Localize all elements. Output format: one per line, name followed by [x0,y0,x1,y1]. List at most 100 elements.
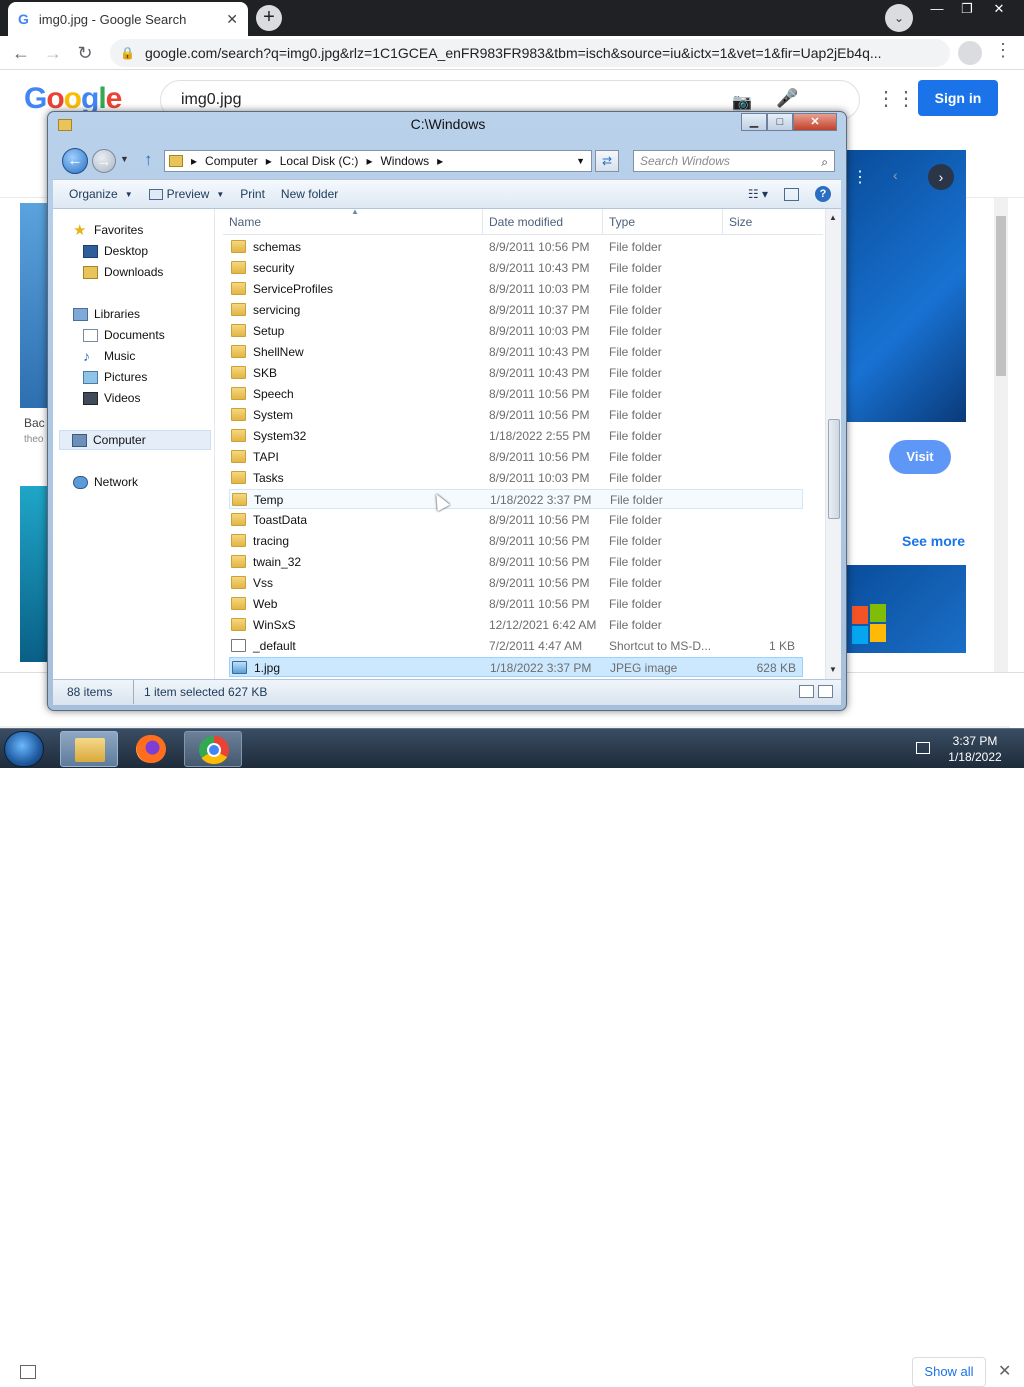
menu-kebab-icon[interactable]: ⋮ [994,40,1012,66]
address-bar[interactable]: 🔒 google.com/search?q=img0.jpg&rlz=1C1GC… [110,39,950,67]
forward-arrow-icon[interactable]: → [40,40,66,66]
organize-button[interactable]: Organize ▼ [69,187,133,201]
close-icon[interactable]: ✕ [793,113,837,131]
nav-videos[interactable]: Videos [83,388,243,408]
file-row[interactable]: 1.jpg 1/18/2022 3:37 PM JPEG image 628 KB [229,657,803,677]
breadcrumb-separator-icon[interactable]: ▸ [266,154,272,168]
column-header-type[interactable]: Type [603,209,723,235]
file-row[interactable]: ShellNew 8/9/2011 10:43 PM File folder [229,342,803,362]
file-row[interactable]: schemas 8/9/2011 10:56 PM File folder [229,237,803,257]
image-thumbnail[interactable] [20,486,48,662]
details-view-icon[interactable] [799,685,814,698]
file-row[interactable]: Tasks 8/9/2011 10:03 PM File folder [229,468,803,488]
forward-arrow-icon[interactable]: → [92,149,116,173]
taskbar-firefox[interactable] [122,731,180,767]
network-tray-icon[interactable] [916,742,930,754]
tab-close-icon[interactable]: ✕ [226,11,238,28]
file-row[interactable]: security 8/9/2011 10:43 PM File folder [229,258,803,278]
file-row[interactable]: TAPI 8/9/2011 10:56 PM File folder [229,447,803,467]
nav-music[interactable]: ♪ Music [83,346,243,366]
minimize-icon[interactable]: ▁ [741,113,767,131]
thumbnail-source[interactable]: theo [24,434,43,445]
nav-computer[interactable]: Computer [59,430,211,450]
visit-button[interactable]: Visit [889,440,951,474]
nav-favorites[interactable]: ★ Favorites [73,220,233,240]
scroll-up-icon[interactable]: ▲ [829,213,837,222]
taskbar-explorer[interactable] [60,731,118,767]
file-row[interactable]: servicing 8/9/2011 10:37 PM File folder [229,300,803,320]
restore-icon[interactable]: ❐ [950,0,984,18]
breadcrumb-separator-icon[interactable]: ▸ [366,154,372,168]
nav-downloads[interactable]: Downloads [83,262,243,282]
preview-more-icon[interactable]: ⋮ [852,167,868,187]
file-row[interactable]: Temp 1/18/2022 3:37 PM File folder [229,489,803,509]
file-row[interactable]: System 8/9/2011 10:56 PM File folder [229,405,803,425]
download-file-icon[interactable] [20,1365,36,1379]
microphone-icon[interactable]: 🎤 [776,88,798,109]
file-row[interactable]: tracing 8/9/2011 10:56 PM File folder [229,531,803,551]
help-icon[interactable]: ? [815,186,831,202]
taskbar-chrome[interactable] [184,731,242,767]
file-row[interactable]: SKB 8/9/2011 10:43 PM File folder [229,363,803,383]
back-arrow-icon[interactable]: ← [8,40,34,66]
profile-avatar-icon[interactable] [958,41,982,65]
recent-pages-chevron-icon[interactable]: ▼ [120,154,129,164]
nav-desktop[interactable]: Desktop [83,241,243,261]
nav-libraries[interactable]: Libraries [73,304,233,324]
tab-search-chevron-icon[interactable]: ⌄ [885,4,913,32]
breadcrumb-computer[interactable]: Computer [205,154,258,168]
search-icon[interactable]: ⌕ [821,152,828,172]
maximize-icon[interactable]: □ [767,113,793,131]
new-tab-button[interactable]: + [256,5,282,31]
close-window-icon[interactable]: ✕ [982,0,1016,18]
column-header-size[interactable]: Size [723,209,823,235]
new-folder-button[interactable]: New folder [281,187,338,201]
preview-pane-icon[interactable] [784,187,799,201]
system-clock[interactable]: 3:37 PM 1/18/2022 [940,733,1010,765]
file-row[interactable]: Setup 8/9/2011 10:03 PM File folder [229,321,803,341]
back-arrow-icon[interactable]: ← [62,148,88,174]
change-view-icon[interactable]: ☷ ▾ [748,187,768,201]
nav-network[interactable]: Network [73,472,233,492]
preview-prev-icon[interactable]: ‹ [893,167,898,183]
scrollbar-thumb[interactable] [828,419,840,519]
nav-documents[interactable]: Documents [83,325,243,345]
address-breadcrumb[interactable]: ▸ Computer ▸ Local Disk (C:) ▸ Windows ▸… [164,150,592,172]
breadcrumb-local-disk[interactable]: Local Disk (C:) [280,154,359,168]
reload-icon[interactable]: ↻ [72,40,98,66]
file-row[interactable]: ToastData 8/9/2011 10:56 PM File folder [229,510,803,530]
show-all-button[interactable]: Show all [912,1357,986,1387]
minimize-icon[interactable]: — [920,0,954,18]
search-windows-input[interactable]: Search Windows ⌕ [633,150,835,172]
preview-next-icon[interactable]: › [928,164,954,190]
scroll-down-icon[interactable]: ▼ [829,665,837,674]
file-row[interactable]: twain_32 8/9/2011 10:56 PM File folder [229,552,803,572]
print-button[interactable]: Print [240,187,265,201]
image-thumbnail[interactable] [20,203,48,408]
page-scrollbar[interactable] [994,198,1008,728]
thumbnail-caption[interactable]: Bac [24,416,45,430]
file-row[interactable]: Web 8/9/2011 10:56 PM File folder [229,594,803,614]
preview-image[interactable] [846,150,966,422]
file-row[interactable]: Vss 8/9/2011 10:56 PM File folder [229,573,803,593]
vertical-scrollbar[interactable]: ▲ ▼ [825,209,841,679]
file-row[interactable]: ServiceProfiles 8/9/2011 10:03 PM File fol… [229,279,803,299]
close-icon[interactable]: ✕ [998,1361,1011,1381]
file-row[interactable]: System32 1/18/2022 2:55 PM File folder [229,426,803,446]
preview-button[interactable]: Preview ▼ [148,187,224,201]
large-icons-view-icon[interactable] [818,685,833,698]
breadcrumb-separator-icon[interactable]: ▸ [191,154,197,168]
breadcrumb-windows[interactable]: Windows [380,154,429,168]
start-button[interactable] [4,731,44,767]
camera-search-icon[interactable]: 📷 [732,92,752,112]
refresh-icon[interactable]: ⇄ [595,150,619,172]
breadcrumb-separator-icon[interactable]: ▸ [437,154,443,168]
file-row[interactable]: WinSxS 12/12/2021 6:42 AM File folder [229,615,803,635]
column-header-date[interactable]: Date modified [483,209,603,235]
nav-pictures[interactable]: Pictures [83,367,243,387]
up-arrow-icon[interactable]: ↑ [144,150,153,170]
file-row[interactable]: Speech 8/9/2011 10:56 PM File folder [229,384,803,404]
file-row[interactable]: _default 7/2/2011 4:47 AM Shortcut to MS-D… [229,636,803,656]
address-dropdown-icon[interactable]: ▼ [576,156,591,166]
sign-in-button[interactable]: Sign in [918,80,998,116]
